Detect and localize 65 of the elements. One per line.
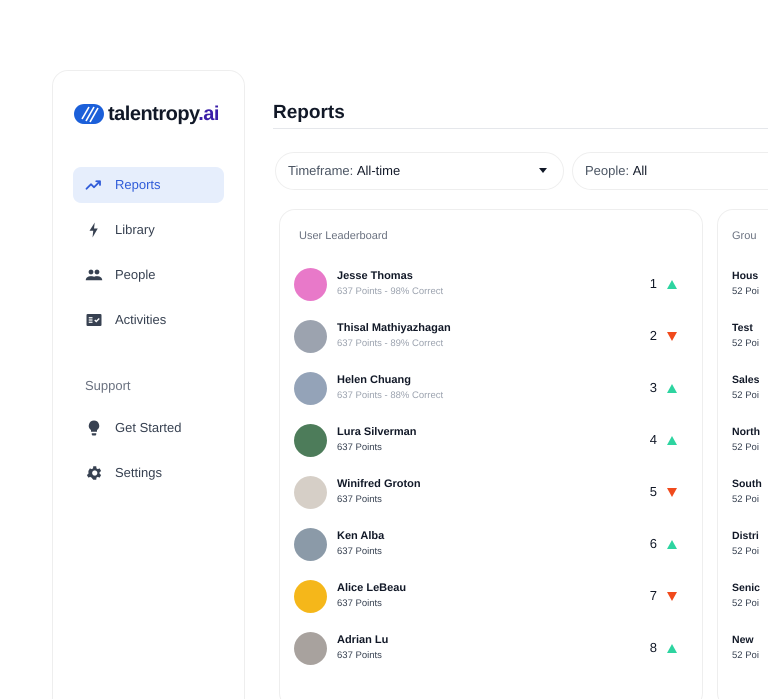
checklist-icon [85, 311, 103, 329]
user-name: Thisal Mathiyazhagan [337, 321, 451, 336]
user-score: 637 Points [337, 441, 383, 455]
user-score: 637 Points - 98% Correct [337, 285, 444, 299]
rank-number: 2 [650, 327, 657, 346]
filter-dropdown[interactable]: People: All [572, 152, 768, 190]
group-name: Senic [732, 581, 762, 596]
nav-item[interactable]: Library [73, 212, 224, 248]
rank-number: 6 [650, 535, 657, 554]
card-title: Grou [732, 228, 758, 244]
down-triangle-icon [667, 332, 677, 340]
nav-item[interactable]: Get Started [73, 410, 224, 446]
down-triangle-icon [667, 488, 677, 496]
user-name: Lura Silverman [337, 425, 416, 440]
logo-icon [74, 103, 104, 125]
group-score: 52 Poi [732, 545, 760, 559]
user-score: 637 Points [337, 597, 383, 611]
user-score: 637 Points - 88% Correct [337, 389, 444, 403]
group-name: South [732, 477, 763, 492]
rank-number: 4 [650, 431, 657, 450]
user-name: Ken Alba [337, 529, 384, 544]
up-triangle-icon [667, 436, 677, 444]
user-score: 637 Points [337, 545, 383, 559]
nav-item[interactable]: Reports [73, 167, 224, 203]
nav-item[interactable]: People [73, 257, 224, 293]
group-score: 52 Poi [732, 649, 760, 663]
group-name: New [732, 633, 755, 648]
group-name: Sales [732, 373, 760, 388]
group-score: 52 Poi [732, 441, 760, 455]
user-score: 637 Points - 89% Correct [337, 337, 444, 351]
group-score: 52 Poi [732, 285, 760, 299]
user-score: 637 Points [337, 493, 383, 507]
group-name: Hous [732, 269, 760, 284]
rank-number: 8 [650, 639, 657, 658]
up-triangle-icon [667, 280, 677, 288]
card-title: User Leaderboard [298, 228, 389, 244]
up-triangle-icon [667, 384, 677, 392]
caret-icon [539, 168, 547, 173]
group-name: Test [732, 321, 754, 336]
logo-text: talentropy.ai [108, 102, 219, 127]
up-triangle-icon [667, 540, 677, 548]
group-score: 52 Poi [732, 493, 760, 507]
group-score: 52 Poi [732, 389, 760, 403]
group-score: 52 Poi [732, 337, 760, 351]
user-name: Alice LeBeau [337, 581, 406, 596]
user-name: Jesse Thomas [337, 269, 414, 284]
filter-dropdown[interactable]: Timeframe: All-time [275, 152, 564, 190]
group-name: Distri [732, 529, 760, 544]
user-name: Winifred Groton [337, 477, 421, 492]
section-heading: Support [84, 377, 132, 395]
nav-item[interactable]: Activities [73, 302, 224, 338]
nav-item[interactable]: Settings [73, 454, 224, 490]
down-triangle-icon [667, 592, 677, 600]
user-name: Helen Chuang [337, 373, 412, 388]
rank-number: 3 [650, 379, 657, 398]
page-title: Reports [273, 101, 346, 125]
up-triangle-icon [667, 644, 677, 652]
group-name: North [732, 425, 761, 440]
rank-number: 1 [650, 275, 657, 294]
user-score: 637 Points [337, 649, 383, 663]
settings-icon [85, 464, 103, 482]
rank-number: 5 [650, 483, 657, 502]
rank-number: 7 [650, 587, 657, 606]
user-name: Adrian Lu [337, 633, 388, 648]
group-score: 52 Poi [732, 597, 760, 611]
